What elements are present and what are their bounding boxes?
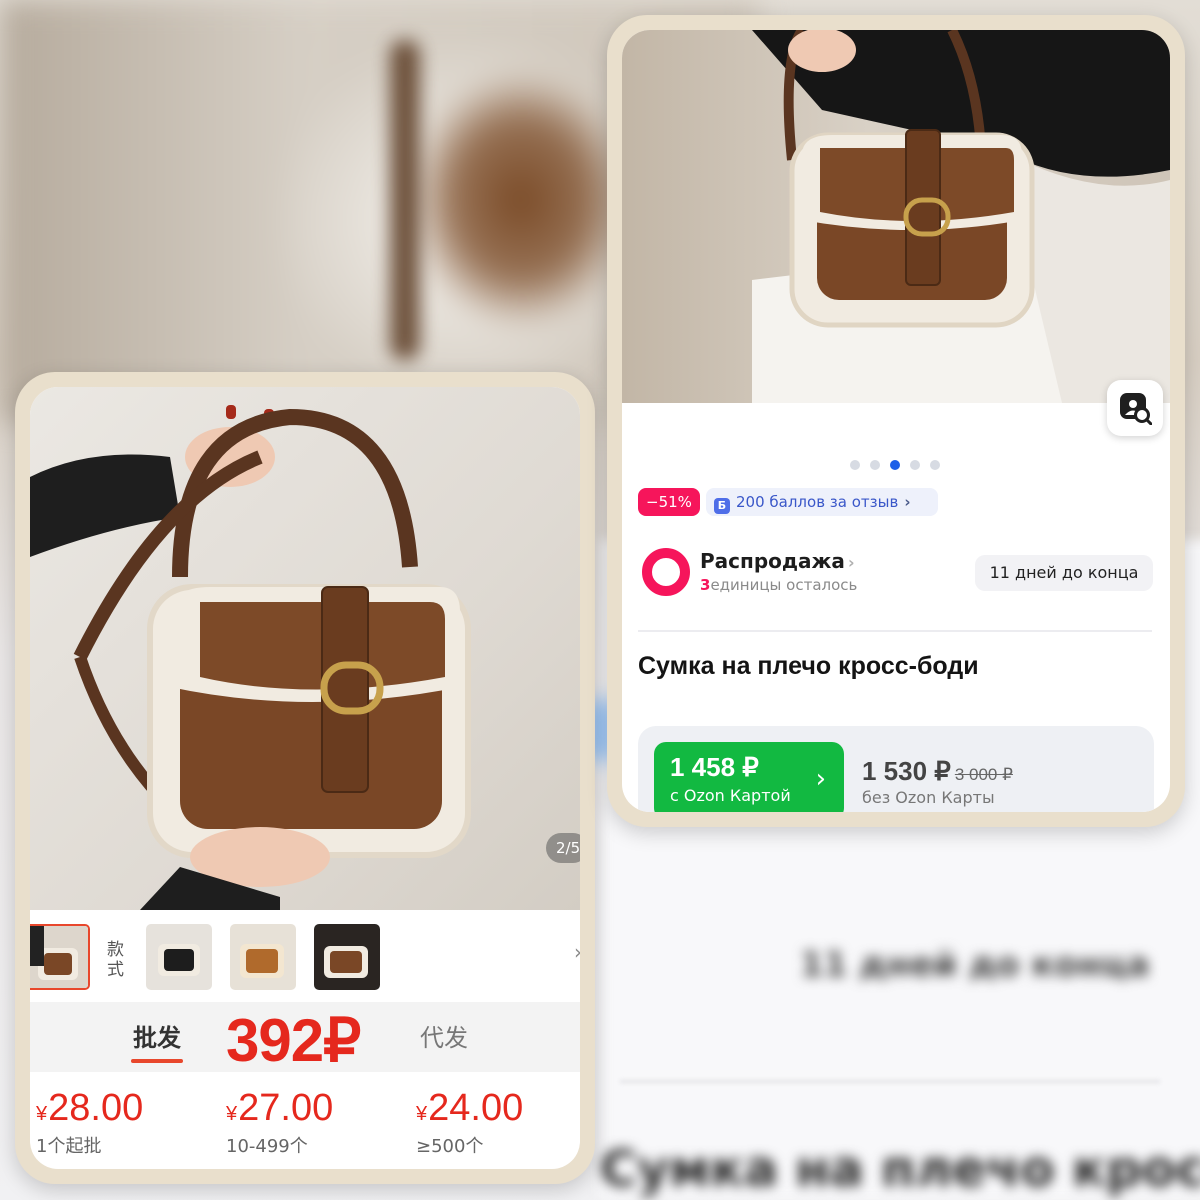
tier-price-value: 28.00 bbox=[48, 1087, 144, 1129]
handbag-illustration bbox=[30, 405, 471, 910]
discount-badge: −51% bbox=[638, 488, 700, 516]
background-divider bbox=[620, 1080, 1160, 1083]
tier-price: ¥24.00 bbox=[416, 1087, 523, 1130]
carousel-dot[interactable] bbox=[930, 460, 940, 470]
variant-thumbnail-2[interactable] bbox=[146, 924, 212, 990]
divider bbox=[638, 630, 1152, 632]
style-label: 款式 bbox=[107, 940, 124, 980]
currency-symbol: ¥ bbox=[226, 1103, 238, 1125]
old-price: 3 000 ₽ bbox=[954, 765, 1013, 784]
tier-quantity: ≥500个 bbox=[416, 1136, 484, 1157]
variant-thumbnail-3-image bbox=[230, 924, 296, 990]
units-left: 3единицы осталось bbox=[700, 576, 857, 594]
points-badge-text: 200 баллов за отзыв bbox=[736, 493, 899, 511]
image-counter: 2/5 bbox=[546, 833, 580, 863]
background-strap-blur bbox=[390, 40, 420, 360]
converted-price-overlay: 392₽ bbox=[226, 1007, 361, 1074]
product-photo[interactable]: 2/5 bbox=[30, 387, 580, 910]
tier-quantity: 1个起批 bbox=[36, 1136, 102, 1157]
variant-thumbnail-1-image bbox=[30, 926, 88, 988]
carousel-dot[interactable] bbox=[870, 460, 880, 470]
variant-thumbnail-2-image bbox=[146, 924, 212, 990]
variant-thumbnail-4-image bbox=[314, 924, 380, 990]
ozon-card-price-button[interactable]: 1 458 ₽ с Ozon Картой › bbox=[654, 742, 844, 812]
regular-price-label: без Ozon Карты bbox=[862, 788, 995, 807]
currency-symbol: ¥ bbox=[36, 1103, 48, 1125]
units-left-number: 3 bbox=[700, 576, 711, 594]
product-title: Сумка на плечо кросс-боди bbox=[638, 652, 979, 680]
carousel-dot[interactable] bbox=[910, 460, 920, 470]
tab-wholesale[interactable]: 批发 bbox=[133, 1018, 181, 1053]
carousel-dots bbox=[850, 460, 950, 472]
ozon-listing-screen: −51% Б 200 баллов за отзыв › Распродажа › 3… bbox=[622, 30, 1170, 812]
regular-price: 1 530 ₽3 000 ₽ bbox=[862, 756, 1013, 787]
background-days-text: 11 дней до конца bbox=[800, 945, 1150, 985]
ozon-listing-card: −51% Б 200 баллов за отзыв › Распродажа › 3… bbox=[607, 15, 1185, 827]
ozon-card-label: с Ozon Картой bbox=[670, 786, 791, 805]
sale-logo-icon bbox=[642, 548, 690, 596]
background-title-text: Сумка на плечо кросс-боди bbox=[600, 1140, 1200, 1198]
image-search-icon bbox=[1120, 393, 1152, 425]
wholesale-listing-screen: 2/5 款式 › 批发 392₽ 代发 ¥28.00 bbox=[30, 387, 580, 1169]
price-tier-2: ¥27.00 10-499个 bbox=[226, 1087, 333, 1158]
tab-dropship[interactable]: 代发 bbox=[420, 1018, 468, 1053]
units-left-text: единицы осталось bbox=[710, 576, 858, 594]
points-icon: Б bbox=[714, 498, 730, 514]
handbag-illustration bbox=[752, 30, 1170, 403]
tier-price-value: 24.00 bbox=[428, 1087, 524, 1129]
tier-price: ¥28.00 bbox=[36, 1087, 143, 1130]
variant-thumbnail-strip: 款式 › bbox=[30, 910, 580, 1002]
price-tier-1: ¥28.00 1个起批 bbox=[36, 1087, 143, 1158]
price-block: 1 458 ₽ с Ozon Картой › 1 530 ₽3 000 ₽ б… bbox=[638, 726, 1154, 812]
ozon-card-price: 1 458 ₽ bbox=[670, 752, 759, 782]
review-points-badge[interactable]: Б 200 баллов за отзыв › bbox=[706, 488, 938, 516]
tier-price: ¥27.00 bbox=[226, 1087, 333, 1130]
wholesale-listing-card: 2/5 款式 › 批发 392₽ 代发 ¥28.00 bbox=[15, 372, 595, 1184]
variant-thumbnail-3[interactable] bbox=[230, 924, 296, 990]
chevron-right-icon: › bbox=[847, 553, 855, 572]
days-left-pill: 11 дней до конца bbox=[975, 555, 1153, 591]
visual-search-button[interactable] bbox=[1107, 380, 1163, 436]
price-tabs: 批发 392₽ 代发 bbox=[30, 1002, 580, 1074]
chevron-right-icon: › bbox=[815, 764, 826, 794]
sale-title-text: Распродажа bbox=[700, 549, 845, 573]
price-tier-3: ¥24.00 ≥500个 bbox=[416, 1087, 523, 1158]
variant-thumbnail-4[interactable] bbox=[314, 924, 380, 990]
product-photo[interactable] bbox=[622, 30, 1170, 403]
variant-thumbnail-1[interactable] bbox=[30, 924, 90, 990]
carousel-dot-active[interactable] bbox=[890, 460, 900, 470]
carousel-dot[interactable] bbox=[850, 460, 860, 470]
chevron-right-icon: › bbox=[904, 493, 911, 511]
tab-active-indicator bbox=[131, 1059, 183, 1063]
tier-price-value: 27.00 bbox=[238, 1087, 334, 1129]
currency-symbol: ¥ bbox=[416, 1103, 428, 1125]
chevron-right-icon[interactable]: › bbox=[574, 940, 580, 964]
regular-price-value: 1 530 ₽ bbox=[862, 756, 951, 786]
tier-quantity: 10-499个 bbox=[226, 1136, 308, 1157]
sale-title[interactable]: Распродажа › bbox=[700, 549, 855, 573]
